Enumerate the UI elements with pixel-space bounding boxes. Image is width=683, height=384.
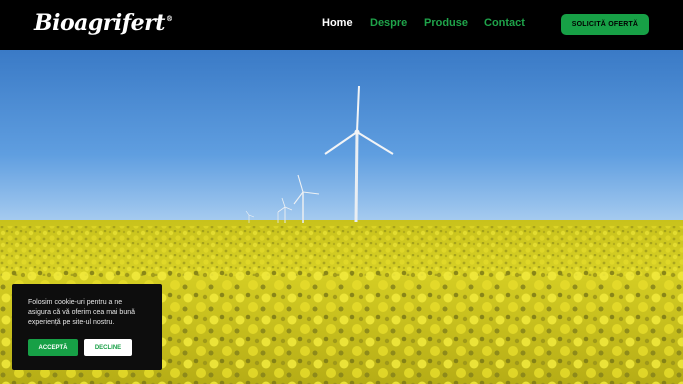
site-header: Bioagrifert ® Home Despre Produse Contac… <box>0 0 683 50</box>
registered-mark: ® <box>165 14 173 23</box>
request-offer-button[interactable]: SOLICITĂ OFERTĂ <box>561 14 649 35</box>
cookie-accept-button[interactable]: ACCEPTĂ <box>28 339 78 356</box>
cookie-decline-button[interactable]: DECLINE <box>84 339 132 356</box>
nav-item-despre[interactable]: Despre <box>370 17 407 29</box>
cookie-message: Folosim cookie-uri pentru a ne asigura c… <box>28 299 135 326</box>
brand-name: Bioagrifert <box>34 10 165 36</box>
brand-logo[interactable]: Bioagrifert ® <box>34 10 173 38</box>
nav-item-home[interactable]: Home <box>322 17 353 29</box>
cookie-buttons: ACCEPTĂ DECLINE <box>28 339 132 356</box>
nav-item-produse[interactable]: Produse <box>424 17 468 29</box>
cookie-banner: Folosim cookie-uri pentru a ne asigura c… <box>12 284 162 370</box>
nav-item-contact[interactable]: Contact <box>484 17 525 29</box>
